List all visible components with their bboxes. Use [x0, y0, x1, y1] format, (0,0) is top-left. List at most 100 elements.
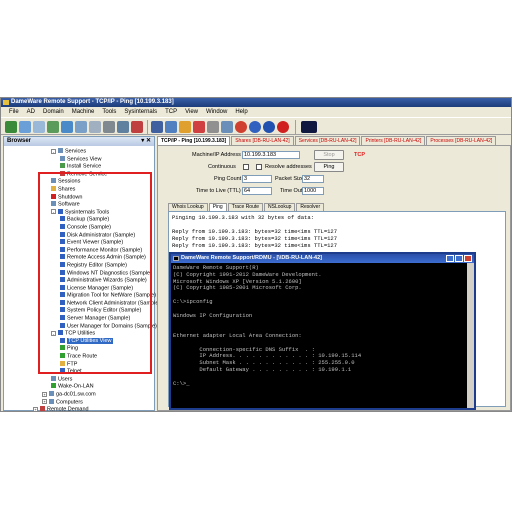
- transfer-icon[interactable]: [179, 121, 191, 133]
- tree-item-label: Users: [58, 376, 73, 383]
- packet-size-label: Packet Size: [275, 176, 305, 182]
- terminal-line: (C) Copyright 1985-2001 Microsoft Corp.: [173, 284, 302, 292]
- save-icon[interactable]: [151, 121, 163, 133]
- ping-count-input[interactable]: 3: [242, 175, 272, 183]
- expander-icon[interactable]: +: [42, 391, 47, 397]
- tree-item[interactable]: + Remote Demand: [4, 406, 154, 412]
- highlight-box: [38, 172, 152, 374]
- tools-icon[interactable]: [103, 121, 115, 133]
- tree-item-label: Wake-On-LAN: [58, 383, 94, 390]
- ttl-label: Time to Live (TTL): [196, 188, 241, 194]
- minimize-icon[interactable]: [446, 255, 454, 262]
- utility-tab[interactable]: NSLookup: [264, 203, 296, 211]
- packet-size-input[interactable]: 32: [302, 175, 324, 183]
- utility-tab[interactable]: Resolver: [296, 203, 325, 211]
- menu-item[interactable]: Window: [202, 107, 231, 117]
- tree-item[interactable]: Users: [4, 375, 154, 384]
- resolve-checkbox[interactable]: [256, 164, 262, 170]
- expander-icon[interactable]: +: [42, 399, 47, 405]
- toolbar-separator: [295, 120, 296, 134]
- tree-item[interactable]: - Services: [4, 148, 154, 156]
- connect-icon[interactable]: [19, 121, 31, 133]
- expander-icon[interactable]: -: [51, 148, 56, 154]
- menu-item[interactable]: Machine: [68, 107, 99, 117]
- ttl-input[interactable]: 64: [242, 187, 272, 195]
- tree-item[interactable]: Wake-On-LAN: [4, 383, 154, 391]
- services-view-icon: [60, 155, 65, 161]
- menu-item[interactable]: Help: [231, 107, 251, 117]
- document-tab[interactable]: TCP/IP - Ping [10.199.3.183]: [157, 136, 231, 145]
- tcp-label: TCP: [354, 152, 365, 158]
- output-line: Pinging 10.199.3.183 with 32 bytes of da…: [172, 214, 314, 221]
- expander-icon[interactable]: +: [33, 406, 38, 411]
- terminal-line: C:\>ipconfig: [173, 297, 213, 305]
- terminal-scrollbar[interactable]: [467, 263, 474, 408]
- menu-item[interactable]: File: [5, 107, 23, 117]
- document-tab[interactable]: Shares [DB-RU-LAN-42]: [231, 136, 294, 145]
- output-line: Reply from 10.199.3.183: bytes=32 time<1…: [172, 235, 338, 242]
- tree-item[interactable]: + ga-dc01.sw.com: [4, 391, 154, 399]
- tree-item-label: Remote Demand: [47, 406, 89, 412]
- menu-item[interactable]: Tools: [98, 107, 120, 117]
- window-title: DameWare Remote Support - TCP/IP - Ping …: [11, 99, 174, 105]
- output-line: Reply from 10.199.3.183: bytes=32 time<1…: [172, 242, 338, 249]
- services-icon: [58, 148, 63, 153]
- clock-icon[interactable]: [235, 121, 247, 133]
- remote-control-icon[interactable]: [47, 121, 59, 133]
- document-tab[interactable]: Services [DB-RU-LAN-42]: [294, 136, 361, 145]
- disconnect-icon[interactable]: [33, 121, 45, 133]
- browser-pane-header: Browser ▾ ✕: [4, 137, 154, 146]
- back-icon[interactable]: [5, 121, 17, 133]
- exit-icon[interactable]: [131, 121, 143, 133]
- computers-icon: [49, 398, 54, 404]
- terminal-line: Ethernet adapter Local Area Connection:: [173, 331, 302, 339]
- menu-item[interactable]: Sysinternals: [120, 107, 161, 117]
- menu-item[interactable]: View: [181, 107, 202, 117]
- info-icon[interactable]: [263, 121, 275, 133]
- menu-item[interactable]: TCP: [161, 107, 181, 117]
- utility-tab[interactable]: Ping: [208, 203, 227, 211]
- console-icon[interactable]: [301, 121, 317, 133]
- document-tab[interactable]: Processes [DB-RU-LAN-42]: [426, 136, 497, 145]
- tree-item[interactable]: Install Service: [4, 163, 154, 171]
- terminal-line: C:\>_: [173, 379, 190, 387]
- continuous-checkbox[interactable]: [243, 164, 249, 170]
- grid-icon[interactable]: [165, 121, 177, 133]
- tree-item[interactable]: Services View: [4, 155, 154, 164]
- utility-tab[interactable]: Trace Route: [227, 203, 264, 211]
- stop-icon[interactable]: [277, 121, 289, 133]
- help-icon[interactable]: [249, 121, 261, 133]
- terminal-output: DameWare Remote Support(R) (C) Copyright …: [173, 265, 466, 406]
- command-prompt-window[interactable]: DameWare Remote Support/RDMU - [\\DB-RU-…: [169, 252, 476, 410]
- utility-tab[interactable]: Whois Lookup: [168, 203, 208, 211]
- ping-button[interactable]: Ping: [314, 162, 344, 172]
- settings-icon[interactable]: [89, 121, 101, 133]
- computer-icon: [49, 391, 54, 396]
- stop-button[interactable]: Stop: [314, 150, 344, 160]
- toolbar-separator: [147, 120, 148, 134]
- close-icon[interactable]: [464, 255, 472, 262]
- lock-icon[interactable]: [207, 121, 219, 133]
- chat-icon[interactable]: [193, 121, 205, 133]
- tree-item-label: Install Service: [67, 163, 102, 170]
- document-tab[interactable]: Printers [DB-RU-LAN-42]: [361, 136, 426, 145]
- computer-icon[interactable]: [75, 121, 87, 133]
- console-icon: [173, 256, 179, 261]
- properties-icon[interactable]: [117, 121, 129, 133]
- refresh-icon[interactable]: [61, 121, 73, 133]
- remote-demand-icon: [40, 406, 45, 411]
- tree-item[interactable]: + Computers: [4, 398, 154, 407]
- pane-controls[interactable]: ▾ ✕: [141, 137, 151, 146]
- tree-item-label: ga-dc01.sw.com: [56, 391, 96, 398]
- document-tabs: TCP/IP - Ping [10.199.3.183] Shares [DB-R…: [157, 136, 511, 145]
- machine-input[interactable]: 10.199.3.183: [242, 151, 300, 159]
- maximize-icon[interactable]: [455, 255, 463, 262]
- menu-item[interactable]: AD: [23, 107, 39, 117]
- output-line: Reply from 10.199.3.183: bytes=32 time<1…: [172, 228, 338, 235]
- tree-item-label: Services View: [67, 156, 102, 163]
- users-icon[interactable]: [221, 121, 233, 133]
- menu-item[interactable]: Domain: [39, 107, 68, 117]
- timeout-input[interactable]: 1000: [302, 187, 324, 195]
- browser-pane-title: Browser: [7, 138, 32, 144]
